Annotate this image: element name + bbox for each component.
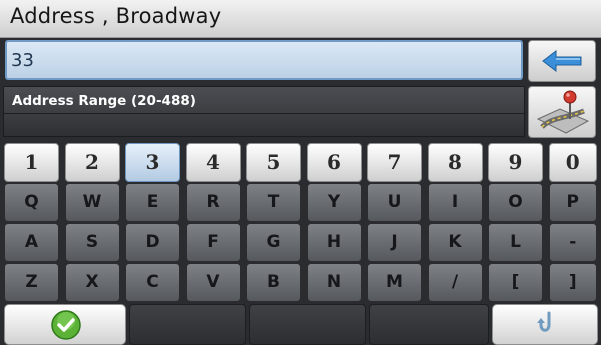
key-k[interactable]: K [427,223,483,262]
key-z[interactable]: Z [4,263,59,302]
key-3[interactable]: 3 [125,143,180,182]
key-p[interactable]: P [548,183,597,222]
key-b[interactable]: B [246,263,301,302]
key-e[interactable]: E [125,183,180,222]
key-6[interactable]: 6 [306,143,362,182]
key-g[interactable]: G [246,223,301,262]
key-v[interactable]: V [185,263,241,302]
key-x[interactable]: X [64,263,120,302]
key-s[interactable]: S [64,223,120,262]
backspace-button[interactable] [528,40,596,82]
key-slash[interactable]: / [427,263,483,302]
key-n[interactable]: N [306,263,362,302]
key-dash[interactable]: - [548,223,597,262]
navigate-map-button[interactable] [528,86,596,138]
key-o[interactable]: O [488,183,543,222]
key-1[interactable]: 1 [4,143,59,182]
page-title: Address , Broadway [10,4,222,28]
blank-key-1 [129,304,246,345]
key-i[interactable]: I [427,183,483,222]
key-d[interactable]: D [125,223,180,262]
key-a[interactable]: A [4,223,59,262]
key-f[interactable]: F [185,223,241,262]
key-2[interactable]: 2 [64,143,120,182]
key-j[interactable]: J [367,223,422,262]
key-7[interactable]: 7 [367,143,422,182]
undo-button[interactable] [492,304,598,345]
key-q[interactable]: Q [4,183,59,222]
key-close-bracket[interactable]: ] [548,263,597,302]
key-u[interactable]: U [367,183,422,222]
key-9[interactable]: 9 [488,143,543,182]
key-8[interactable]: 8 [427,143,483,182]
key-l[interactable]: L [488,223,543,262]
key-w[interactable]: W [64,183,120,222]
blank-key-2 [249,304,366,345]
key-4[interactable]: 4 [185,143,241,182]
checkmark-icon [51,310,81,340]
key-t[interactable]: T [246,183,301,222]
key-0[interactable]: 0 [548,143,597,182]
ok-button[interactable] [4,304,126,345]
blank-key-3 [369,304,489,345]
address-range-text: Address Range (20-488) [12,93,196,109]
undo-icon [537,311,551,332]
key-r[interactable]: R [185,183,241,222]
title-bar: Address , Broadway [0,0,601,38]
key-5[interactable]: 5 [246,143,301,182]
map-pin-road-icon [536,90,590,134]
key-y[interactable]: Y [306,183,362,222]
back-arrow-icon [542,50,582,72]
address-number-input[interactable]: 33 [5,40,523,80]
address-range-panel: Address Range (20-488) [3,86,525,137]
key-m[interactable]: M [367,263,422,302]
key-open-bracket[interactable]: [ [488,263,543,302]
screen: Address , Broadway 33 Address Range (20-… [0,0,601,345]
key-c[interactable]: C [125,263,180,302]
key-h[interactable]: H [306,223,362,262]
address-number-value: 33 [11,50,34,71]
info-divider [4,113,524,114]
